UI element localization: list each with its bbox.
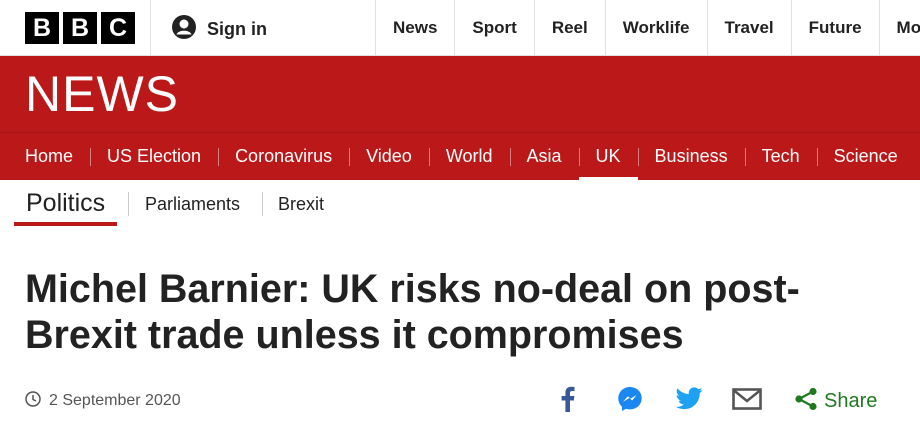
clock-icon — [25, 390, 41, 412]
facebook-share-button[interactable] — [552, 383, 584, 419]
user-icon — [171, 14, 197, 45]
divider — [128, 192, 129, 216]
bbc-logo[interactable]: B B C — [25, 12, 135, 44]
section-nav-tech[interactable]: Tech — [744, 133, 817, 180]
section-nav-business[interactable]: Business — [637, 133, 745, 180]
article-headline: Michel Barnier: UK risks no-deal on post… — [25, 266, 895, 358]
share-button[interactable]: Share — [794, 383, 882, 419]
sub-nav-parliaments[interactable]: Parliaments — [145, 192, 240, 216]
section-nav-coronavirus[interactable]: Coronavirus — [218, 133, 349, 180]
top-nav-reel[interactable]: Reel — [533, 0, 605, 56]
top-nav-travel[interactable]: Travel — [706, 0, 791, 56]
divider — [150, 0, 151, 56]
email-share-button[interactable] — [730, 383, 764, 419]
messenger-share-button[interactable] — [614, 383, 646, 419]
section-nav-home[interactable]: Home — [8, 133, 90, 180]
top-nav-worklife[interactable]: Worklife — [604, 0, 707, 56]
news-brand-band: NEWS — [0, 56, 920, 132]
twitter-icon — [675, 387, 703, 415]
headline-line: Michel Barnier: UK risks no-deal on post… — [25, 267, 800, 311]
bbc-logo-letter: B — [25, 12, 59, 44]
sub-nav: Politics Parliaments Brexit — [0, 180, 920, 228]
divider — [262, 192, 263, 216]
headline-line: Brexit trade unless it compromises — [25, 313, 684, 357]
top-nav-news[interactable]: News — [375, 0, 454, 56]
masthead: B B C Sign in News Sport Reel Worklife T… — [0, 0, 920, 56]
top-nav-more[interactable]: Mo — [878, 0, 920, 56]
facebook-icon — [561, 386, 575, 417]
twitter-share-button[interactable] — [672, 383, 706, 419]
section-nav: Home US Election Coronavirus Video World… — [0, 132, 920, 180]
section-nav-science[interactable]: Science — [816, 133, 915, 180]
section-nav-asia[interactable]: Asia — [509, 133, 579, 180]
bbc-logo-letter: B — [63, 12, 97, 44]
section-nav-video[interactable]: Video — [349, 133, 429, 180]
top-nav-future[interactable]: Future — [790, 0, 879, 56]
sign-in-link[interactable]: Sign in — [171, 14, 267, 45]
section-nav-us-election[interactable]: US Election — [90, 133, 218, 180]
news-wordmark[interactable]: NEWS — [25, 68, 179, 120]
top-nav: News Sport Reel Worklife Travel Future M… — [375, 0, 920, 56]
share-label: Share — [824, 389, 878, 412]
top-nav-sport[interactable]: Sport — [454, 0, 533, 56]
messenger-icon — [617, 386, 643, 417]
email-icon — [732, 387, 762, 415]
sub-nav-brexit[interactable]: Brexit — [278, 192, 324, 216]
article-date-row: 2 September 2020 — [25, 390, 181, 412]
section-nav-world[interactable]: World — [428, 133, 510, 180]
sign-in-label: Sign in — [207, 19, 267, 39]
share-icon — [794, 387, 818, 416]
article-date: 2 September 2020 — [49, 392, 181, 409]
sub-nav-politics[interactable]: Politics — [14, 184, 118, 226]
section-nav-uk[interactable]: UK — [578, 133, 638, 180]
bbc-logo-letter: C — [101, 12, 135, 44]
